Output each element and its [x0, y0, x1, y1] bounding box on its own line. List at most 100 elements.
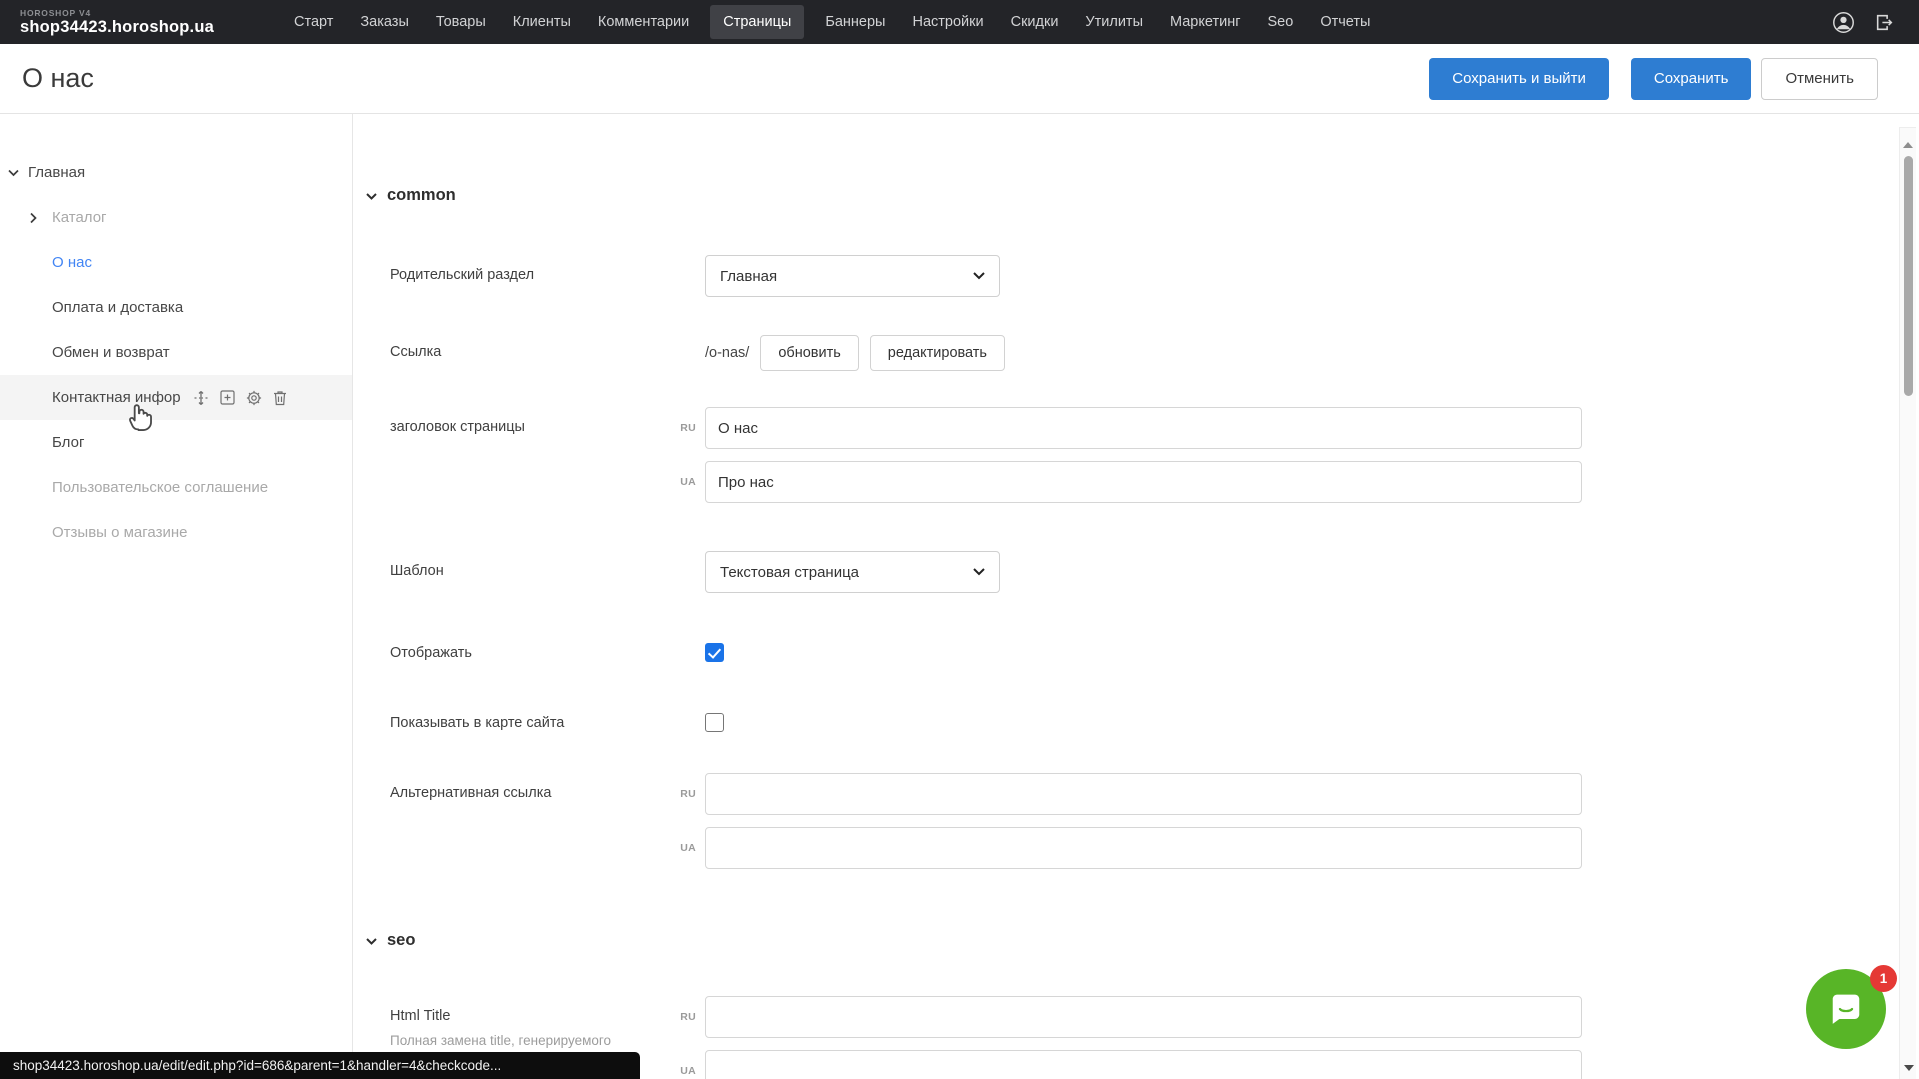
- nav-right-icons: [1832, 11, 1919, 34]
- section-common-title: common: [387, 186, 456, 205]
- scroll-up-arrow-icon[interactable]: [1903, 142, 1913, 148]
- alt-link-ua-input[interactable]: [705, 827, 1582, 869]
- nav-item-settings[interactable]: Настройки: [912, 14, 983, 30]
- tree-item-home[interactable]: Главная: [0, 150, 352, 195]
- parent-section-label: Родительский раздел: [390, 255, 705, 285]
- sitemap-row: Показывать в карте сайта: [390, 713, 1898, 733]
- tree-item-exchange-return[interactable]: Обмен и возврат: [0, 330, 352, 375]
- nav-item-utilities[interactable]: Утилиты: [1085, 14, 1143, 30]
- template-label: Шаблон: [390, 551, 705, 581]
- nav-item-reports[interactable]: Отчеты: [1320, 14, 1370, 30]
- save-button[interactable]: Сохранить: [1631, 58, 1752, 100]
- page-edit-form: common Родительский раздел Главная Ссылк…: [354, 114, 1898, 1079]
- sitemap-checkbox[interactable]: [705, 713, 724, 732]
- parent-section-value: Главная: [720, 268, 777, 285]
- tree-item-label: Контактная инфор: [52, 389, 181, 406]
- top-navigation: HOROSHOP V4 shop34423.horoshop.ua Старт …: [0, 0, 1919, 44]
- template-row: Шаблон Текстовая страница: [390, 551, 1898, 593]
- tree-item-user-agreement[interactable]: Пользовательское соглашение: [0, 465, 352, 510]
- html-title-ru-input[interactable]: [705, 996, 1582, 1038]
- tree-item-label: Блог: [52, 434, 84, 451]
- drag-handle-icon[interactable]: [193, 390, 209, 406]
- page-title-row: заголовок страницы RU UA: [390, 407, 1898, 503]
- nav-item-products[interactable]: Товары: [436, 14, 486, 30]
- tree-item-label: Оплата и доставка: [52, 299, 183, 316]
- link-row: Ссылка /o-nas/ обновить редактировать: [390, 335, 1898, 371]
- tree-item-blog[interactable]: Блог: [0, 420, 352, 465]
- scroll-down-arrow-icon[interactable]: [1904, 1065, 1914, 1071]
- lang-ua-badge: UA: [670, 842, 705, 854]
- nav-item-banners[interactable]: Баннеры: [825, 14, 885, 30]
- brand-logo[interactable]: HOROSHOP V4 shop34423.horoshop.ua: [0, 9, 252, 36]
- tree-item-contact-info[interactable]: Контактная инфор: [0, 375, 352, 420]
- delete-trash-icon[interactable]: [273, 390, 287, 406]
- chevron-down-icon: [366, 938, 377, 945]
- html-title-hint: Полная замена title, генерируемого: [390, 1032, 670, 1049]
- parent-section-select[interactable]: Главная: [705, 255, 1000, 297]
- alt-link-label: Альтернативная ссылка: [390, 773, 670, 803]
- section-seo-header[interactable]: seo: [366, 931, 1898, 950]
- nav-item-pages[interactable]: Страницы: [710, 5, 804, 39]
- nav-item-comments[interactable]: Комментарии: [598, 14, 689, 30]
- logout-icon[interactable]: [1874, 12, 1895, 33]
- chat-unread-badge: 1: [1870, 965, 1897, 992]
- edit-link-button[interactable]: редактировать: [870, 335, 1005, 371]
- chevron-down-icon: [973, 568, 985, 576]
- status-url-tooltip: shop34423.horoshop.ua/edit/edit.php?id=6…: [0, 1052, 640, 1079]
- nav-item-seo[interactable]: Seo: [1268, 14, 1294, 30]
- lang-ru-badge: RU: [670, 422, 705, 434]
- chevron-down-icon: [973, 272, 985, 280]
- chat-widget-button[interactable]: 1: [1806, 969, 1886, 1049]
- nav-item-clients[interactable]: Клиенты: [513, 14, 571, 30]
- tree-item-label: О нас: [52, 254, 92, 271]
- scrollbar-thumb[interactable]: [1904, 156, 1913, 396]
- alt-link-row: Альтернативная ссылка RU UA: [390, 773, 1898, 869]
- template-select[interactable]: Текстовая страница: [705, 551, 1000, 593]
- page-title-ua-input[interactable]: [705, 461, 1582, 503]
- pages-tree-sidebar: Главная Каталог О нас Оплата и доставка …: [0, 114, 353, 1079]
- brand-domain: shop34423.horoshop.ua: [20, 19, 252, 36]
- tree-item-payment-delivery[interactable]: Оплата и доставка: [0, 285, 352, 330]
- display-checkbox[interactable]: [705, 643, 724, 662]
- tree-item-label: Отзывы о магазине: [52, 524, 187, 541]
- chevron-right-icon[interactable]: [30, 212, 37, 223]
- tree-item-actions: [193, 390, 287, 406]
- template-value: Текстовая страница: [720, 564, 859, 581]
- lang-ua-badge: UA: [670, 476, 705, 488]
- tree-item-about[interactable]: О нас: [0, 240, 352, 285]
- save-and-exit-button[interactable]: Сохранить и выйти: [1429, 58, 1609, 100]
- cancel-button[interactable]: Отменить: [1761, 58, 1878, 100]
- display-row: Отображать: [390, 643, 1898, 663]
- link-path: /o-nas/: [705, 335, 749, 371]
- section-seo-title: seo: [387, 931, 415, 950]
- tree-item-catalog[interactable]: Каталог: [0, 195, 352, 240]
- tree-item-label: Обмен и возврат: [52, 344, 170, 361]
- chevron-down-icon[interactable]: [8, 169, 19, 176]
- nav-item-orders[interactable]: Заказы: [360, 14, 408, 30]
- html-title-label: Html Title: [390, 1007, 670, 1026]
- settings-gear-icon[interactable]: [246, 390, 262, 406]
- header-actions: Сохранить и выйти Сохранить Отменить: [1429, 58, 1919, 100]
- nav-item-discounts[interactable]: Скидки: [1011, 14, 1059, 30]
- link-label: Ссылка: [390, 335, 705, 362]
- html-title-ua-input[interactable]: [705, 1050, 1582, 1079]
- nav-item-start[interactable]: Старт: [294, 14, 333, 30]
- sitemap-label: Показывать в карте сайта: [390, 713, 705, 733]
- tree-item-label: Пользовательское соглашение: [52, 479, 268, 496]
- lang-ua-badge: UA: [670, 1065, 705, 1077]
- account-icon[interactable]: [1832, 11, 1855, 34]
- add-subpage-icon[interactable]: [220, 390, 235, 405]
- lang-ru-badge: RU: [670, 1011, 705, 1023]
- section-common-header[interactable]: common: [366, 186, 1898, 205]
- tree-item-label: Главная: [28, 164, 85, 181]
- chevron-down-icon: [366, 193, 377, 200]
- vertical-scrollbar[interactable]: [1899, 127, 1916, 1079]
- page-header: О нас Сохранить и выйти Сохранить Отмени…: [0, 44, 1919, 114]
- tree-item-store-reviews[interactable]: Отзывы о магазине: [0, 510, 352, 555]
- top-menu: Старт Заказы Товары Клиенты Комментарии …: [294, 5, 1370, 39]
- alt-link-ru-input[interactable]: [705, 773, 1582, 815]
- page-title-ru-input[interactable]: [705, 407, 1582, 449]
- page-title-label: заголовок страницы: [390, 407, 670, 437]
- nav-item-marketing[interactable]: Маркетинг: [1170, 14, 1241, 30]
- update-link-button[interactable]: обновить: [760, 335, 858, 371]
